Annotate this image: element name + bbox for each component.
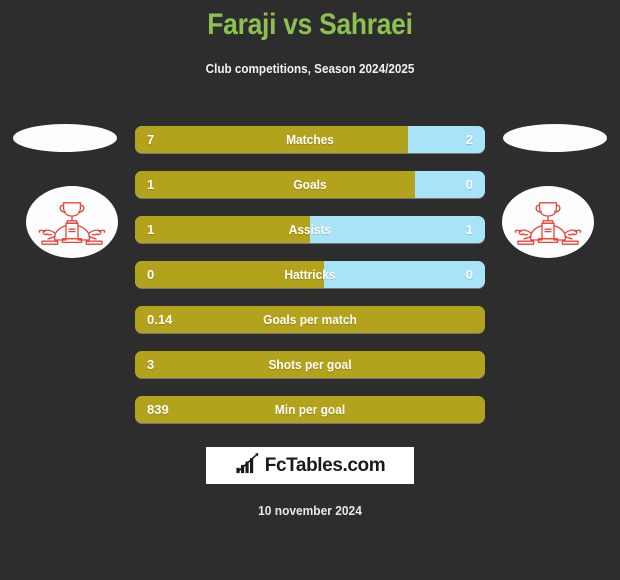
stat-bar-row: 7 Matches 2 bbox=[135, 126, 485, 153]
bar-chart-trend-icon bbox=[235, 451, 260, 480]
page-subtitle: Club competitions, Season 2024/2025 bbox=[205, 61, 415, 76]
stat-bar-row: 0 Hattricks 0 bbox=[135, 261, 485, 288]
stat-bars-list: 7 Matches 2 1 Goals 0 1 Assists 1 0 Hattricks 0 0.14… bbox=[135, 126, 485, 441]
fctables-logo[interactable]: FcTables.com bbox=[206, 447, 414, 484]
stat-comparison-card: Faraji vs Sahraei Club competitions, Sea… bbox=[0, 0, 620, 580]
stat-bar-row: 839 Min per goal bbox=[135, 396, 485, 423]
stat-label: Matches bbox=[286, 132, 334, 147]
stat-value-away: 0 bbox=[465, 267, 473, 282]
club-crest-icon bbox=[502, 186, 594, 258]
fctables-logo-text: FcTables.com bbox=[264, 454, 386, 476]
stat-bar-row: 0.14 Goals per match bbox=[135, 306, 485, 333]
stat-label: Min per goal bbox=[274, 402, 346, 417]
stat-label: Goals per match bbox=[263, 312, 357, 327]
stat-bar-row: 1 Assists 1 bbox=[135, 216, 485, 243]
report-date: 10 november 2024 bbox=[258, 503, 362, 518]
stat-label: Shots per goal bbox=[268, 357, 352, 372]
stat-label: Goals bbox=[293, 177, 327, 192]
stat-label: Assists bbox=[288, 222, 332, 237]
club-crest-icon bbox=[26, 186, 118, 258]
stat-bar-row: 3 Shots per goal bbox=[135, 351, 485, 378]
blank-logo-placeholder-icon bbox=[13, 124, 117, 152]
page-title: Faraji vs Sahraei bbox=[207, 8, 413, 41]
stat-value-away: 1 bbox=[465, 222, 473, 237]
blank-logo-placeholder-icon bbox=[503, 124, 607, 152]
stat-bar-row: 1 Goals 0 bbox=[135, 171, 485, 198]
stat-label: Hattricks bbox=[284, 267, 336, 282]
stat-value-away: 2 bbox=[465, 132, 473, 147]
stat-value-away: 0 bbox=[465, 177, 473, 192]
